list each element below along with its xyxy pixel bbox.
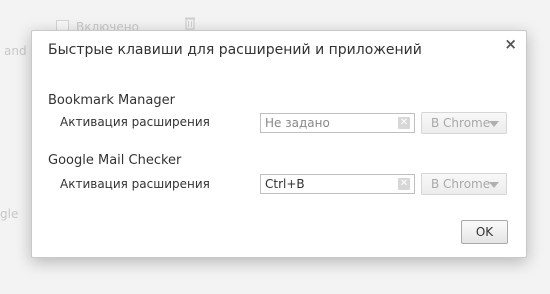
scope-select-value: В Chrome [431,116,491,130]
ok-button[interactable]: OK [461,220,508,244]
shortcut-placeholder: Не задано [265,116,330,130]
background-text-fragment: and [4,44,27,58]
chevron-down-icon [489,182,499,188]
scope-select-value: В Chrome [431,177,491,191]
extension-name: Bookmark Manager [48,93,175,108]
keyboard-shortcuts-dialog: × Быстрые клавиши для расширений и прило… [31,30,527,258]
chevron-down-icon [489,121,499,127]
extension-name: Google Mail Checker [48,153,182,168]
scope-select[interactable]: В Chrome [421,112,507,134]
command-label: Активация расширения [60,115,210,129]
clear-icon[interactable]: ✕ [398,178,410,190]
command-label: Активация расширения [60,177,210,191]
background-text-fragment: gle [0,207,19,221]
clear-icon[interactable]: ✕ [398,117,410,129]
scope-select[interactable]: В Chrome [421,173,507,195]
close-button[interactable]: × [504,35,517,53]
shortcut-input[interactable]: Не задано ✕ [260,113,415,133]
shortcut-value: Ctrl+B [265,177,305,191]
dialog-title: Быстрые клавиши для расширений и приложе… [48,42,422,58]
shortcut-input[interactable]: Ctrl+B ✕ [260,174,415,194]
